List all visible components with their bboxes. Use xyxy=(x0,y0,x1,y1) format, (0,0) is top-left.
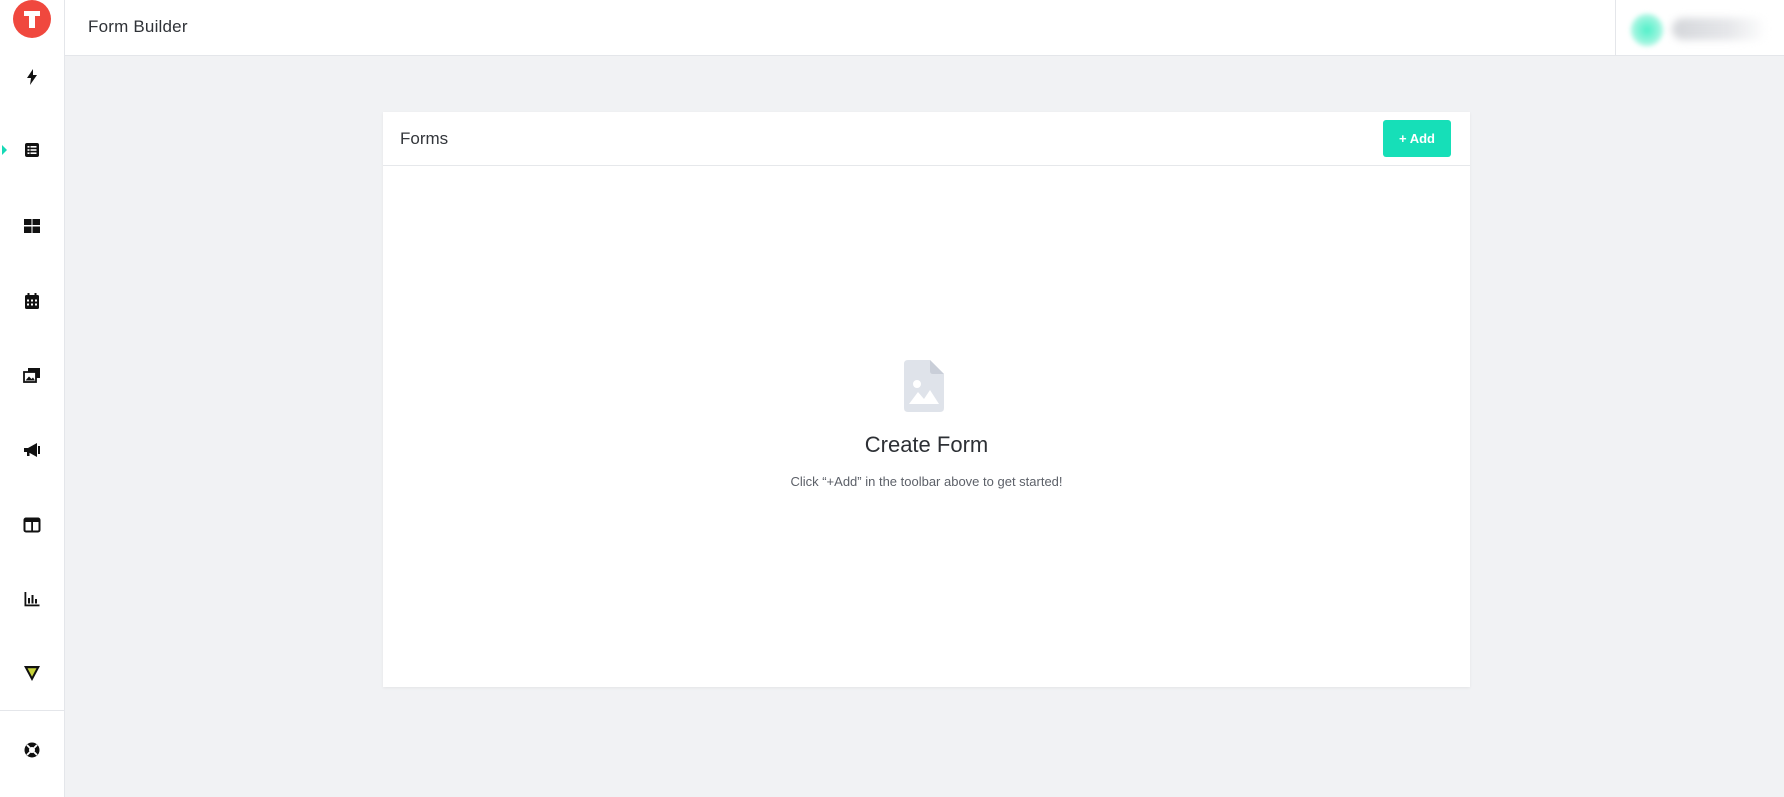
help-lifebuoy-icon xyxy=(24,742,40,758)
sidebar-item-campaigns[interactable] xyxy=(0,428,64,472)
page-title: Form Builder xyxy=(88,17,188,36)
sidebar-item-dashboard[interactable] xyxy=(0,204,64,248)
app-root: Form Builder Forms + Add Create Form Cli… xyxy=(0,0,1784,797)
empty-state-subtitle: Click “+Add” in the toolbar above to get… xyxy=(790,474,1063,489)
logo-t-icon xyxy=(24,11,40,28)
sidebar-item-calendar[interactable] xyxy=(0,279,64,323)
avatar xyxy=(1630,13,1664,47)
top-bar: Form Builder xyxy=(65,0,1784,56)
sidebar xyxy=(0,0,65,797)
sidebar-item-analytics[interactable] xyxy=(0,577,64,621)
megaphone-icon xyxy=(24,443,40,457)
images-icon xyxy=(23,368,40,383)
triangle-logo-icon xyxy=(24,666,40,681)
layout-icon xyxy=(23,517,41,533)
sidebar-item-media[interactable] xyxy=(0,353,64,397)
lightning-icon xyxy=(27,69,37,85)
sidebar-item-lightning[interactable] xyxy=(0,55,64,99)
bar-chart-icon xyxy=(24,592,40,607)
sidebar-divider xyxy=(0,710,64,711)
add-form-button[interactable]: + Add xyxy=(1383,120,1451,157)
empty-state-title: Create Form xyxy=(864,432,989,457)
sidebar-item-layout[interactable] xyxy=(0,503,64,547)
user-menu[interactable] xyxy=(1622,10,1777,47)
forms-card-header: Forms + Add xyxy=(383,112,1470,166)
sidebar-item-integration[interactable] xyxy=(0,651,64,695)
calendar-icon xyxy=(25,293,39,309)
document-image-icon xyxy=(904,360,944,412)
list-icon xyxy=(25,143,39,157)
sidebar-item-help[interactable] xyxy=(0,728,64,772)
user-name-redacted xyxy=(1672,18,1767,40)
topbar-divider xyxy=(1615,0,1616,55)
grid-icon xyxy=(24,219,40,233)
app-logo[interactable] xyxy=(13,0,51,38)
sidebar-item-forms[interactable] xyxy=(0,128,64,172)
forms-card-title: Forms xyxy=(400,129,449,148)
forms-card: Forms + Add Create Form Click “+Add” in … xyxy=(383,112,1470,687)
